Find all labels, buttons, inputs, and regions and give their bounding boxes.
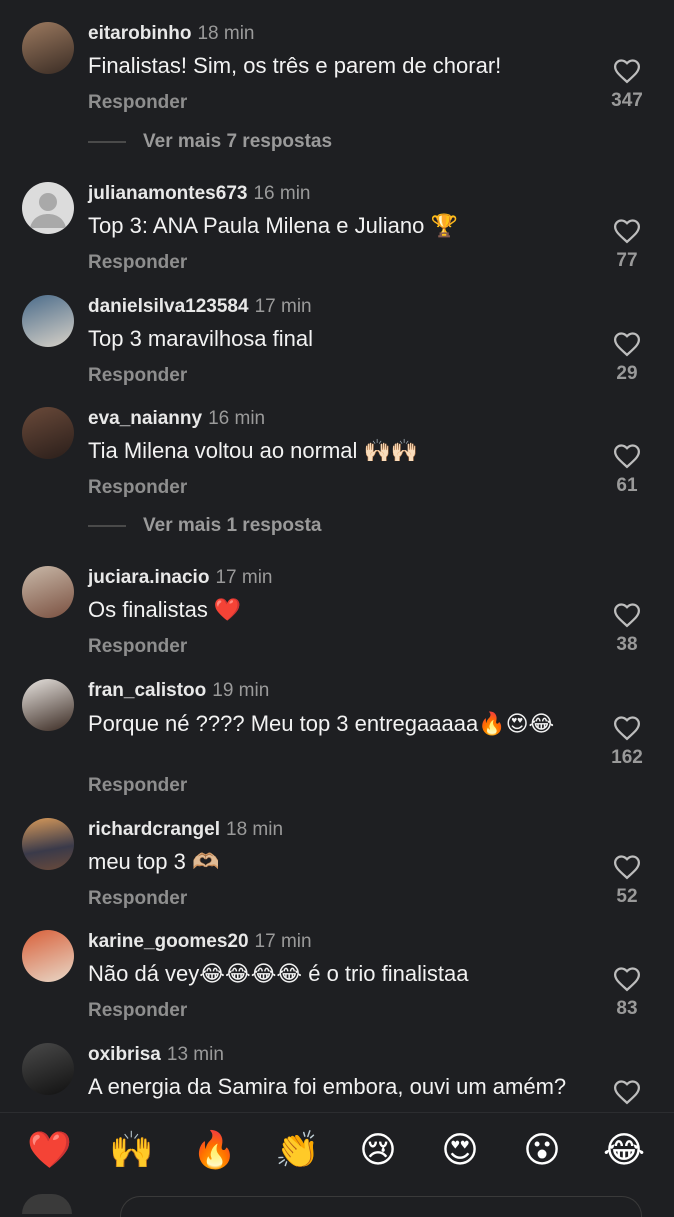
- quick-emoji-bar: ❤️ 🙌 🔥 👏 😢 😍 😮 😂: [0, 1112, 674, 1201]
- heart-outline-icon: [613, 444, 641, 469]
- comment-text: A energia da Samira foi embora, ouvi um …: [88, 1074, 567, 1099]
- like-button[interactable]: 83: [610, 964, 644, 1020]
- avatar[interactable]: [22, 930, 74, 982]
- comment-text: meu top 3 🫶🏼: [88, 849, 220, 874]
- comment-username[interactable]: fran_calistoo: [88, 680, 206, 701]
- reply-button[interactable]: Responder: [88, 92, 187, 114]
- comments-list: eitarobinho 18 min Finalistas! Sim, os tr…: [0, 0, 674, 1112]
- like-button[interactable]: 162: [610, 713, 644, 769]
- avatar[interactable]: [22, 182, 74, 234]
- avatar: [22, 1194, 72, 1214]
- reply-button[interactable]: Responder: [88, 1000, 187, 1022]
- avatar[interactable]: [22, 295, 74, 347]
- emoji-raised-hands[interactable]: 🙌: [109, 1129, 154, 1173]
- comment-text: Top 3 maravilhosa final: [88, 326, 314, 351]
- heart-outline-icon: [613, 855, 641, 880]
- comment-username[interactable]: eitarobinho: [88, 23, 191, 44]
- like-count: 83: [616, 998, 638, 1019]
- like-button[interactable]: [610, 1077, 644, 1105]
- comment-time: 16 min: [253, 183, 311, 204]
- comment-input[interactable]: [120, 1196, 642, 1217]
- view-more-replies[interactable]: Ver mais 7 respostas: [88, 131, 332, 153]
- avatar[interactable]: [22, 679, 74, 731]
- like-count: 347: [611, 90, 643, 111]
- divider-line: [88, 525, 126, 527]
- comment-text: Porque né ???? Meu top 3 entregaaaaa🔥😍😂: [88, 711, 555, 736]
- like-button[interactable]: 38: [610, 600, 644, 656]
- comment-username[interactable]: eva_naianny: [88, 408, 202, 429]
- comment-text: Tia Milena voltou ao normal 🙌🏻🙌🏻: [88, 438, 419, 463]
- comment-text: Top 3: ANA Paula Milena e Juliano 🏆: [88, 213, 458, 238]
- avatar[interactable]: [22, 566, 74, 618]
- comment-time: 13 min: [166, 1044, 224, 1065]
- divider-line: [88, 141, 126, 143]
- comment-text: Finalistas! Sim, os três e parem de chor…: [88, 53, 502, 78]
- heart-outline-icon: [613, 603, 641, 628]
- avatar[interactable]: [22, 818, 74, 870]
- reply-button[interactable]: Responder: [88, 365, 187, 387]
- like-button[interactable]: 29: [610, 329, 644, 385]
- like-button[interactable]: 77: [610, 216, 644, 272]
- like-count: 29: [616, 363, 638, 384]
- like-count: 52: [616, 886, 638, 907]
- like-button[interactable]: 52: [610, 852, 644, 908]
- comment-time: 17 min: [254, 931, 312, 952]
- comment-username[interactable]: juciara.inacio: [88, 567, 209, 588]
- avatar[interactable]: [22, 22, 74, 74]
- reply-button[interactable]: Responder: [88, 775, 187, 797]
- heart-outline-icon: [613, 59, 641, 84]
- avatar[interactable]: [22, 407, 74, 459]
- comment-username[interactable]: oxibrisa: [88, 1044, 161, 1065]
- emoji-clapping[interactable]: 👏: [275, 1129, 320, 1173]
- comment-username[interactable]: richardcrangel: [88, 819, 220, 840]
- comment-username[interactable]: danielsilva123584: [88, 296, 249, 317]
- view-more-label[interactable]: Ver mais 1 resposta: [143, 515, 322, 537]
- person-silhouette-icon: [30, 193, 66, 228]
- view-more-replies[interactable]: Ver mais 1 resposta: [88, 515, 322, 537]
- comment-input-bar[interactable]: [0, 1190, 674, 1217]
- comment-text: Não dá vey😂😂😂😂 é o trio finalistaa: [88, 961, 469, 986]
- emoji-surprised[interactable]: 😮: [520, 1129, 564, 1173]
- like-button[interactable]: 347: [610, 56, 644, 112]
- like-button[interactable]: 61: [610, 441, 644, 497]
- like-count: 162: [611, 747, 643, 768]
- view-more-label[interactable]: Ver mais 7 respostas: [143, 131, 332, 153]
- heart-outline-icon: [613, 219, 641, 244]
- comment-time: 17 min: [254, 296, 312, 317]
- comment-time: 16 min: [208, 408, 266, 429]
- comment-time: 18 min: [197, 23, 255, 44]
- emoji-fire[interactable]: 🔥: [192, 1129, 237, 1173]
- comment-username[interactable]: karine_goomes20: [88, 931, 249, 952]
- reply-button[interactable]: Responder: [88, 477, 187, 499]
- heart-outline-icon: [613, 967, 641, 992]
- like-count: 38: [616, 634, 638, 655]
- emoji-crying[interactable]: 😢: [356, 1129, 400, 1173]
- emoji-heart-eyes[interactable]: 😍: [438, 1129, 482, 1173]
- comment-time: 19 min: [212, 680, 270, 701]
- comment-username[interactable]: julianamontes673: [88, 183, 247, 204]
- like-count: 77: [616, 250, 638, 271]
- emoji-heart[interactable]: ❤️: [27, 1129, 72, 1173]
- comment-time: 17 min: [215, 567, 273, 588]
- like-count: 61: [616, 475, 638, 496]
- heart-outline-icon: [613, 716, 641, 741]
- reply-button[interactable]: Responder: [88, 252, 187, 274]
- emoji-laughing[interactable]: 😂: [602, 1129, 646, 1173]
- reply-button[interactable]: Responder: [88, 636, 187, 658]
- comment-time: 18 min: [226, 819, 284, 840]
- heart-outline-icon: [613, 332, 641, 357]
- avatar[interactable]: [22, 1043, 74, 1095]
- comment-text: Os finalistas ❤️: [88, 597, 242, 622]
- reply-button[interactable]: Responder: [88, 888, 187, 910]
- heart-outline-icon: [613, 1080, 641, 1105]
